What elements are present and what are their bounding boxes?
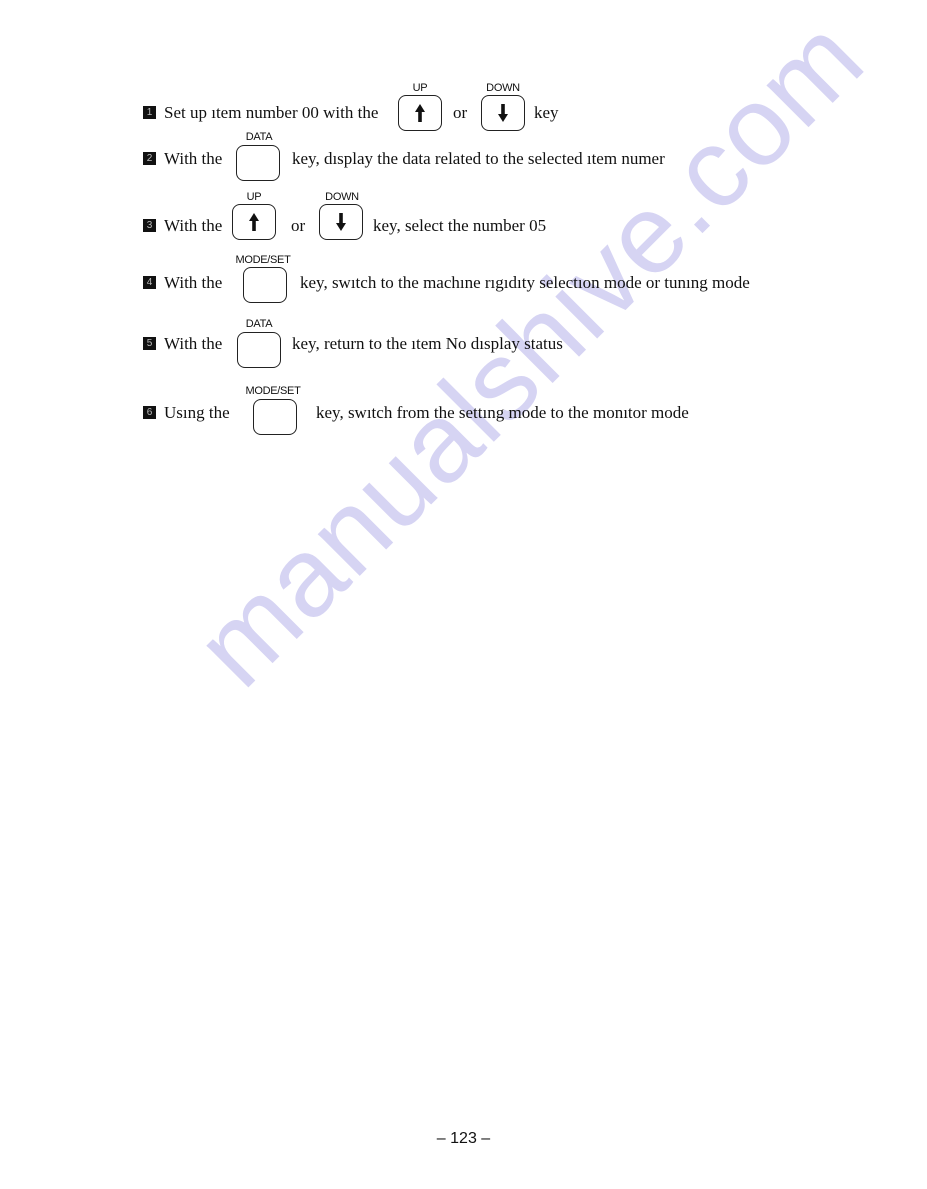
step-text-after: key, swıtch to the machıne rıgıdıty sele… <box>300 273 750 292</box>
step-number-badge: 5 <box>143 337 156 350</box>
step-text-after: key <box>534 103 559 122</box>
step-number-badge: 6 <box>143 406 156 419</box>
down-key[interactable] <box>481 95 525 131</box>
up-arrow-icon <box>249 213 259 231</box>
key-label-up: UP <box>246 191 262 203</box>
step-text-after: key, swıtch from the settıng mode to the… <box>316 403 689 422</box>
key-label-data: DATA <box>245 131 273 143</box>
step-number-badge: 2 <box>143 152 156 165</box>
mode-set-key[interactable] <box>253 399 297 435</box>
data-key[interactable] <box>236 145 280 181</box>
step-text-or: or <box>453 103 468 122</box>
step-text-before: Usıng the <box>164 403 230 422</box>
step-text-before: With the <box>164 216 223 235</box>
step-number-badge: 3 <box>143 219 156 232</box>
key-label-down: DOWN <box>486 82 520 94</box>
step-number-badge: 1 <box>143 106 156 119</box>
step-text-after: key, select the number 05 <box>373 216 547 235</box>
step-text-before: With the <box>164 334 223 353</box>
key-label-data: DATA <box>245 318 273 330</box>
key-label-down: DOWN <box>325 191 359 203</box>
data-key[interactable] <box>237 332 281 368</box>
step-text-before: Set up ıtem number 00 with the <box>164 103 379 122</box>
step-text-after: key, dısplay the data related to the sel… <box>292 149 665 168</box>
key-label-mode-set: MODE/SET <box>245 385 301 397</box>
down-arrow-icon <box>498 104 508 122</box>
step-text-before: With the <box>164 149 223 168</box>
down-arrow-icon <box>336 213 346 231</box>
up-key[interactable] <box>398 95 442 131</box>
step-text-or: or <box>291 216 306 235</box>
up-arrow-icon <box>415 104 425 122</box>
step-number-badge: 4 <box>143 276 156 289</box>
key-label-up: UP <box>412 82 428 94</box>
key-label-mode-set: MODE/SET <box>235 254 291 266</box>
down-key[interactable] <box>319 204 363 240</box>
step-text-after: key, return to the ıtem No dısplay statu… <box>292 334 563 353</box>
step-text-before: With the <box>164 273 223 292</box>
mode-set-key[interactable] <box>243 267 287 303</box>
page-number: – 123 – <box>436 1130 491 1147</box>
up-key[interactable] <box>232 204 276 240</box>
